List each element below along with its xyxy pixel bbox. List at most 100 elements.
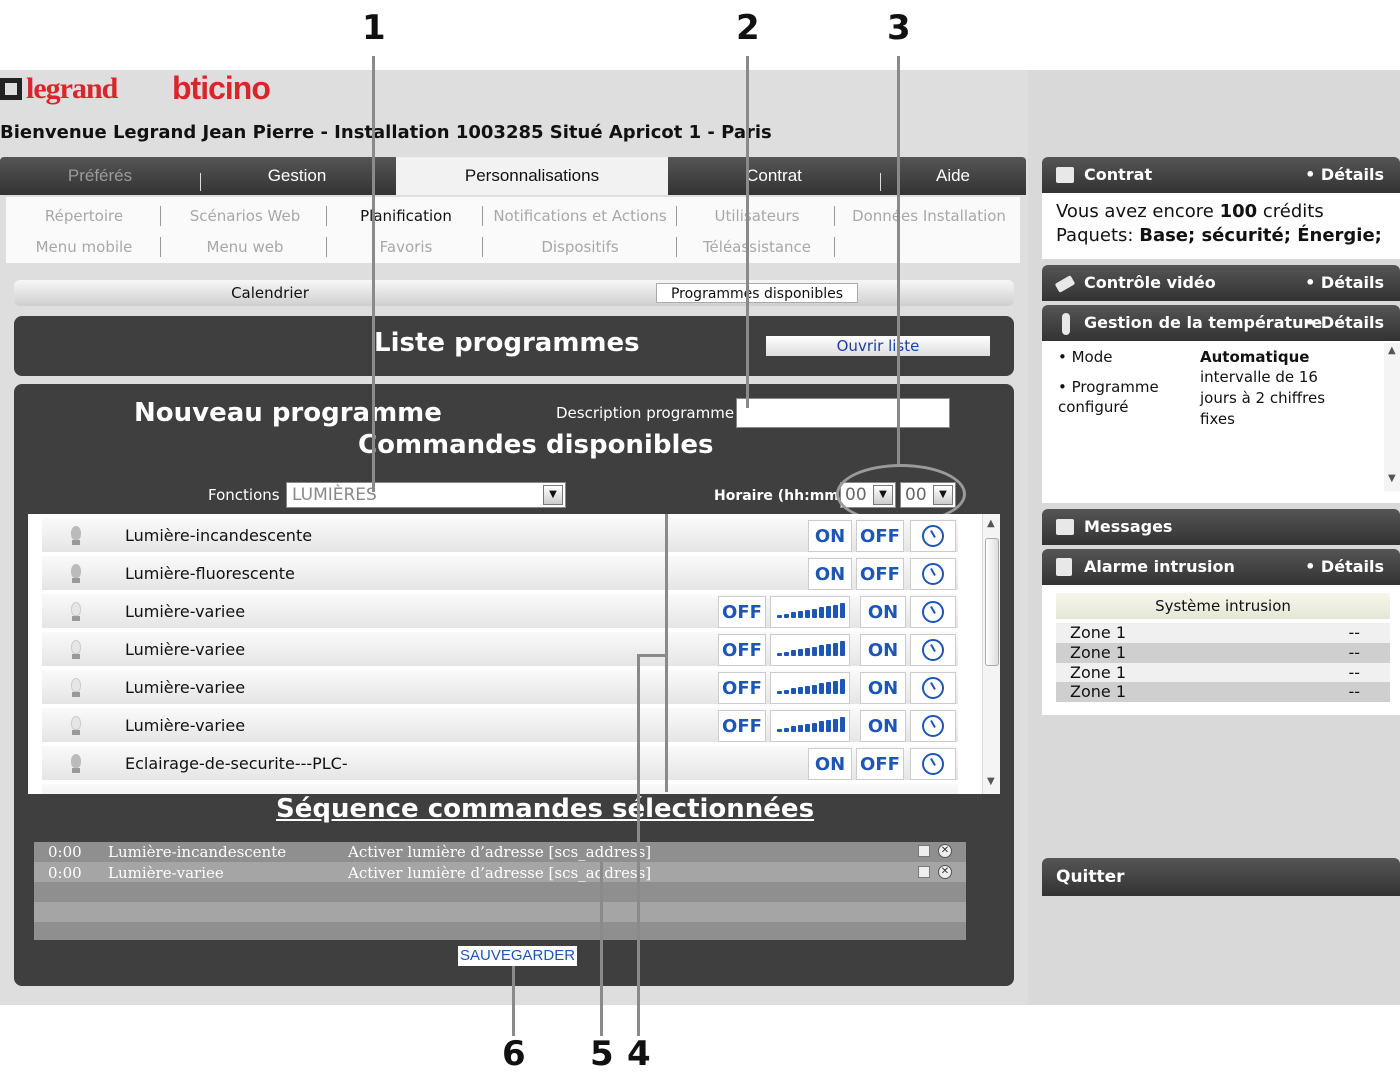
temperature-header[interactable]: Gestion de la température • Détails — [1042, 305, 1400, 341]
submenu-dispositifs[interactable]: Dispositifs — [486, 236, 674, 258]
tab-aide[interactable]: Aide — [880, 157, 1026, 195]
command-row[interactable]: Lumière-variee OFF ON — [42, 708, 958, 744]
on-button[interactable]: ON — [860, 596, 906, 628]
command-row[interactable]: Lumière-incandescente ON OFF — [42, 518, 958, 554]
callout-line-3 — [897, 56, 900, 464]
scroll-up-icon[interactable]: ▲ — [1388, 345, 1396, 356]
delete-icon[interactable]: ✕ — [938, 844, 952, 858]
on-button[interactable]: ON — [860, 634, 906, 666]
clock-icon[interactable] — [910, 748, 956, 780]
clock-icon[interactable] — [910, 634, 956, 666]
zone-status: -- — [1348, 682, 1360, 701]
dimmer-bar — [812, 722, 817, 732]
off-button[interactable]: OFF — [718, 710, 766, 742]
zone-status: -- — [1348, 623, 1360, 642]
clock-face — [922, 525, 944, 547]
description-input[interactable] — [736, 398, 950, 428]
off-button[interactable]: OFF — [856, 520, 904, 552]
tab-personnalisations[interactable]: Personnalisations — [396, 157, 668, 195]
delete-icon[interactable]: ✕ — [938, 865, 952, 879]
zone-row: Zone 1 -- — [1056, 643, 1390, 663]
commands-scrollbar[interactable]: ▲ ▼ — [982, 514, 1000, 794]
clock-icon[interactable] — [910, 710, 956, 742]
submenu-menu-mobile[interactable]: Menu mobile — [14, 236, 154, 258]
command-row[interactable]: Lumière-variee OFF ON — [42, 670, 958, 706]
submenu-repertoire[interactable]: Répertoire — [14, 205, 154, 227]
off-button[interactable]: OFF — [718, 596, 766, 628]
command-row[interactable]: Lumière-variee OFF ON — [42, 632, 958, 668]
bulb-shape — [71, 678, 81, 692]
tab-gestion[interactable]: Gestion — [200, 157, 394, 195]
dimmer-bar — [826, 681, 831, 694]
on-button[interactable]: ON — [808, 558, 852, 590]
submenu-favoris[interactable]: Favoris — [336, 236, 476, 258]
clock-icon[interactable] — [910, 520, 956, 552]
dimmer-bar — [833, 680, 838, 694]
callout-4: 4 — [627, 1034, 651, 1074]
submenu-scenarios-web[interactable]: Scénarios Web — [170, 205, 320, 227]
alarm-header[interactable]: Alarme intrusion • Détails — [1042, 549, 1400, 585]
tab-contrat[interactable]: Contrat — [668, 157, 880, 195]
submenu-separator — [482, 206, 483, 226]
chevron-down-icon[interactable]: ▼ — [543, 485, 563, 505]
edit-icon[interactable] — [918, 866, 930, 878]
submenu-teleassistance[interactable]: Téléassistance — [682, 236, 832, 258]
command-row-partial[interactable] — [42, 784, 958, 794]
off-button[interactable]: OFF — [856, 558, 904, 590]
submenu-planification[interactable]: Planification — [336, 205, 476, 227]
on-button[interactable]: ON — [860, 672, 906, 704]
dimmer-level-control[interactable] — [770, 672, 850, 704]
edit-icon[interactable] — [918, 845, 930, 857]
submenu-utilisateurs[interactable]: Utilisateurs — [682, 205, 832, 227]
packages-value: Base; sécurité; Énergie; — [1139, 225, 1382, 246]
command-row[interactable]: Lumière-variee OFF ON — [42, 594, 958, 630]
on-button[interactable]: ON — [808, 520, 852, 552]
alarm-details-link[interactable]: • Détails — [1305, 549, 1384, 585]
temperature-scrollbar[interactable]: ▲ ▼ — [1384, 343, 1400, 491]
scroll-up-icon[interactable]: ▲ — [987, 518, 995, 529]
credits-value: 100 — [1219, 201, 1258, 222]
submenu-separator — [326, 237, 327, 257]
functions-select[interactable]: LUMIÈRES ▼ — [286, 482, 566, 508]
contract-details-link[interactable]: • Détails — [1305, 157, 1384, 193]
submenu-notifications-actions[interactable]: Notifications et Actions — [486, 205, 674, 227]
scroll-thumb[interactable] — [985, 538, 999, 666]
calendar-tab[interactable]: Calendrier — [14, 280, 526, 306]
alarm-title: Alarme intrusion — [1084, 557, 1235, 576]
programmes-disponibles-tab[interactable]: Programmes disponibles — [656, 283, 858, 303]
dimmer-level-control[interactable] — [770, 596, 850, 628]
open-list-button[interactable]: Ouvrir liste — [766, 336, 990, 356]
messages-header[interactable]: Messages — [1042, 509, 1400, 545]
off-button[interactable]: OFF — [856, 748, 904, 780]
dimmer-bar — [798, 611, 803, 618]
clock-icon[interactable] — [910, 596, 956, 628]
submenu-menu-web[interactable]: Menu web — [170, 236, 320, 258]
save-button[interactable]: SAUVEGARDER — [458, 946, 578, 966]
clock-face — [922, 677, 944, 699]
tab-preferes[interactable]: Préférés — [0, 157, 200, 195]
on-button[interactable]: ON — [808, 748, 852, 780]
scroll-down-icon[interactable]: ▼ — [1388, 473, 1396, 484]
video-header[interactable]: Contrôle vidéo • Détails — [1042, 265, 1400, 301]
command-row[interactable]: Eclairage-de-securite---PLC- ON OFF — [42, 746, 958, 782]
light-bulb-icon — [66, 716, 86, 736]
functions-value: LUMIÈRES — [292, 485, 377, 505]
light-bulb-icon — [66, 678, 86, 698]
video-details-link[interactable]: • Détails — [1305, 265, 1384, 301]
off-button[interactable]: OFF — [718, 634, 766, 666]
contract-header[interactable]: Contrat • Détails — [1042, 157, 1400, 193]
submenu-donnees-installation[interactable]: Données Installation — [844, 205, 1014, 227]
off-button[interactable]: OFF — [718, 672, 766, 704]
quit-button[interactable]: Quitter — [1042, 858, 1400, 896]
new-program-panel: Nouveau programme Description programme … — [14, 384, 1014, 986]
temperature-details-link[interactable]: • Détails — [1305, 305, 1384, 341]
scroll-down-icon[interactable]: ▼ — [987, 776, 995, 787]
legrand-logo-text: legrand — [26, 72, 118, 105]
on-button[interactable]: ON — [860, 710, 906, 742]
dimmer-level-control[interactable] — [770, 634, 850, 666]
callout-line-4a — [665, 514, 668, 792]
dimmer-level-control[interactable] — [770, 710, 850, 742]
command-row[interactable]: Lumière-fluorescente ON OFF — [42, 556, 958, 592]
clock-icon[interactable] — [910, 558, 956, 590]
clock-icon[interactable] — [910, 672, 956, 704]
